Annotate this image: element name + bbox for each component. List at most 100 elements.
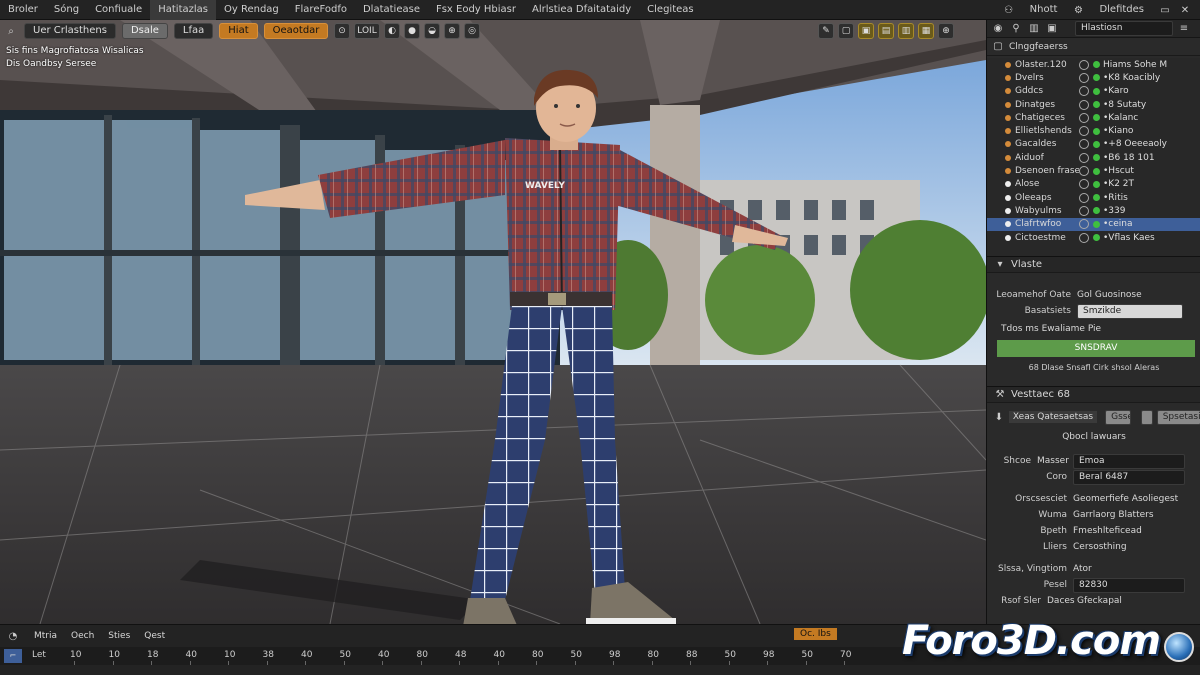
menu-item-7[interactable]: Fsx Eody Hbiasr (428, 0, 524, 20)
enabled-icon[interactable] (1093, 154, 1100, 162)
enabled-icon[interactable] (1093, 127, 1100, 135)
menu-item-5[interactable]: FlareFodfo (287, 0, 355, 20)
outliner-row[interactable]: Cictoestme •Vflas Kaes (987, 231, 1200, 244)
visibility-icon[interactable] (1079, 86, 1089, 97)
visibility-icon[interactable] (1079, 192, 1089, 203)
window-icon[interactable]: ▭ (1158, 3, 1172, 17)
enabled-icon[interactable] (1093, 180, 1100, 188)
timeline-menu-3[interactable]: Qest (144, 631, 165, 641)
outliner-row[interactable]: Dvelrs •K8 Koacibly (987, 71, 1200, 84)
tool-r3-icon[interactable]: ▤ (878, 23, 894, 39)
enabled-icon[interactable] (1093, 234, 1100, 241)
outliner-row[interactable]: Wabyulms •339 (987, 204, 1200, 217)
filter-icon[interactable]: ⚲ (1009, 22, 1023, 36)
outliner-row[interactable]: Oleeaps •Ritis (987, 191, 1200, 204)
viewport-button-4[interactable]: Hiat (219, 23, 258, 39)
tool-r6-icon[interactable]: ⊕ (938, 23, 954, 39)
viewport-button-2[interactable]: Dsale (121, 23, 168, 39)
section2-btn-b[interactable]: Spsetasiase (1156, 409, 1200, 425)
row-f-value[interactable]: Cersosthing (1073, 542, 1127, 552)
visibility-icon[interactable] (1079, 152, 1089, 163)
outliner-row[interactable]: Gacaldes •+8 Oeeeaoly (987, 138, 1200, 151)
row-b-field[interactable]: Beral 6487 (1073, 469, 1185, 485)
tool-5-icon[interactable]: ⊕ (444, 23, 460, 39)
enabled-icon[interactable] (1093, 167, 1100, 175)
outliner-list[interactable]: Olaster.120 Hiams Sohe M Dvelrs •K8 Koacibl… (987, 58, 1200, 264)
enabled-icon[interactable] (1093, 61, 1100, 69)
green-action-button[interactable]: SNSDRAV (997, 340, 1195, 357)
viewport-button-3[interactable]: Lfaa (173, 23, 214, 39)
outliner-row[interactable]: Gddcs •Karo (987, 85, 1200, 98)
row-d-value[interactable]: Garrlaorg Blatters (1073, 510, 1154, 520)
row-e-value[interactable]: Fmeshlteficead (1073, 526, 1142, 536)
viewport-button-5[interactable]: Oeaotdar (263, 23, 329, 39)
menu-icon[interactable]: ≡ (1177, 22, 1191, 36)
tool-2-icon[interactable]: ◐ (384, 23, 400, 39)
menu-item-6[interactable]: Dlatatiease (355, 0, 428, 20)
outliner-row[interactable]: Ellietlshends •Kiano (987, 124, 1200, 137)
timeline-menu-2[interactable]: Sties (108, 631, 130, 641)
menu-item-4[interactable]: Oy Rendag (216, 0, 287, 20)
visibility-icon[interactable] (1079, 232, 1089, 243)
enabled-icon[interactable] (1093, 194, 1100, 202)
menu-item-8[interactable]: Alrlstiea Dfaitataidy (524, 0, 639, 20)
3d-viewport[interactable]: WAVELY ⌕ Uer Crlasthens Dsale Lfaa Hiat … (0, 20, 986, 624)
view-icon[interactable]: ▥ (1027, 22, 1041, 36)
tool-r5-icon[interactable]: ▦ (918, 23, 934, 39)
tool-r4-icon[interactable]: ▥ (898, 23, 914, 39)
row-a-field[interactable]: Emoa (1073, 453, 1185, 469)
search-input[interactable]: Hlastiosn (1075, 21, 1173, 36)
tool-r1-icon[interactable]: ▢ (838, 23, 854, 39)
tool-r0-icon[interactable]: ✎ (818, 23, 834, 39)
search-icon[interactable]: ⌕ (4, 24, 18, 38)
outliner-row[interactable]: Aiduof •B6 18 101 (987, 151, 1200, 164)
menu-item-1[interactable]: Sóng (46, 0, 87, 20)
section2-header-label[interactable]: Xeas Qatesaetsas (1008, 411, 1098, 423)
close-icon[interactable]: ✕ (1178, 3, 1192, 17)
timeline-menu-0[interactable]: Mtria (34, 631, 57, 641)
editor-type-icon[interactable]: ◔ (6, 629, 20, 643)
menu-item-3[interactable]: Hatitazlas (150, 0, 216, 20)
tool-3-icon[interactable]: ● (404, 23, 420, 39)
outliner-row[interactable]: Alose •K2 2T (987, 178, 1200, 191)
row-g-value[interactable]: Ator (1073, 564, 1092, 574)
outliner-row[interactable]: Clafrtwfoo •ceina (987, 217, 1200, 231)
enabled-icon[interactable] (1093, 220, 1100, 228)
visibility-icon[interactable] (1079, 205, 1089, 216)
frame-marker-icon[interactable]: ⌐ (4, 649, 22, 663)
timeline-orange-button[interactable]: Oc. Ibs (794, 628, 837, 640)
section-vlaste-title[interactable]: ▾ Vlaste (987, 257, 1200, 273)
gear-icon[interactable]: ⚙ (1071, 3, 1085, 17)
menu-right-0[interactable]: Nhott (1022, 0, 1066, 20)
section2-btn-a[interactable]: Gsse (1105, 409, 1131, 425)
visibility-icon[interactable] (1079, 139, 1089, 150)
menu-right-1[interactable]: Dlefitdes (1091, 0, 1152, 20)
timeline-menu-1[interactable]: Oech (71, 631, 94, 641)
tool-r2-icon[interactable]: ▣ (858, 23, 874, 39)
menu-item-9[interactable]: Clegiteas (639, 0, 701, 20)
enabled-icon[interactable] (1093, 140, 1100, 148)
user-icon[interactable]: ⚇ (1002, 3, 1016, 17)
visibility-icon[interactable] (1079, 179, 1089, 190)
visibility-icon[interactable] (1079, 99, 1089, 110)
row-h-field[interactable]: 82830 (1073, 577, 1185, 593)
tool-6-icon[interactable]: ◎ (464, 23, 480, 39)
toggle-icon[interactable]: ◉ (991, 22, 1005, 36)
row-i-value2[interactable]: Gfeckapal (1077, 596, 1122, 606)
enabled-icon[interactable] (1093, 74, 1100, 82)
menu-item-2[interactable]: Confiuale (87, 0, 150, 20)
row-c-value[interactable]: Geomerfiefe Asoliegest (1073, 494, 1178, 504)
menu-item-0[interactable]: Broler (0, 0, 46, 20)
tool-1-icon[interactable]: LOIL (354, 23, 380, 39)
enabled-icon[interactable] (1093, 87, 1100, 95)
row2-field[interactable]: Smzikde (1077, 303, 1183, 319)
enabled-icon[interactable] (1093, 207, 1100, 215)
enabled-icon[interactable] (1093, 101, 1100, 109)
visibility-icon[interactable] (1079, 219, 1089, 230)
visibility-icon[interactable] (1079, 166, 1089, 177)
section2-tab[interactable]: ⚒ Vesttaec 68 (987, 387, 1200, 403)
visibility-icon[interactable] (1079, 126, 1089, 137)
tool-4-icon[interactable]: ◒ (424, 23, 440, 39)
section2-toggle[interactable] (1140, 409, 1153, 425)
camera-icon[interactable]: ▣ (1045, 22, 1059, 36)
